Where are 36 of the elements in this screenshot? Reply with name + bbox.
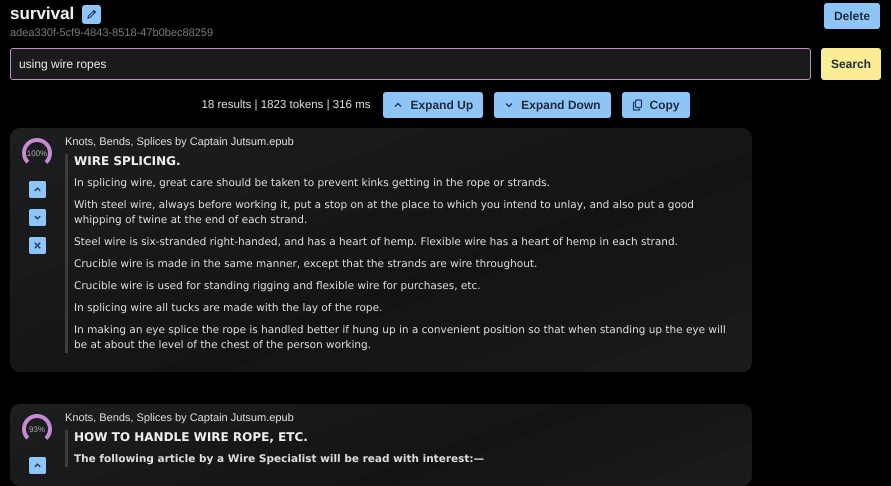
paragraph: In splicing wire all tucks are made with the lay of the rope.: [74, 301, 384, 316]
paragraph: Steel wire is six-stranded right-handed, and has a heart of hemp. Flexible wire has a heart of hemp in each strand.: [74, 235, 679, 250]
copy-icon: [632, 99, 642, 111]
expand-up-button[interactable]: [28, 181, 46, 198]
section-heading: WIRE SPLICING.: [74, 154, 182, 168]
expand-up-button[interactable]: Expand Up: [383, 92, 484, 118]
section-heading: HOW TO HANDLE WIRE ROPE, ETC.: [74, 430, 309, 444]
score-label: 93%: [29, 425, 45, 434]
score-label: 100%: [26, 149, 48, 158]
chevron-up-icon: [32, 185, 42, 194]
chevron-down-icon: [32, 213, 42, 222]
delete-button[interactable]: Delete: [824, 3, 880, 29]
search-field[interactable]: using wire ropes: [10, 48, 811, 80]
edit-button[interactable]: [82, 4, 102, 24]
search-stats: 18 results | 1823 tokens | 316 ms: [201, 99, 370, 111]
chevron-up-icon: [393, 100, 404, 110]
pencil-icon: [86, 8, 98, 20]
close-button[interactable]: [28, 237, 46, 254]
close-icon: [32, 241, 42, 250]
expand-down-button[interactable]: Expand Down: [494, 92, 610, 118]
paragraph: The following article by a Wire Specialist will be read with interest:—: [74, 452, 486, 467]
source-filename: Knots, Bends, Splices by Captain Jutsum.epub: [65, 412, 295, 424]
collection-title: survival: [10, 4, 74, 24]
expand-up-button[interactable]: [28, 457, 46, 474]
source-filename: Knots, Bends, Splices by Captain Jutsum.epub: [65, 136, 295, 148]
chevron-down-icon: [504, 100, 514, 110]
search-button[interactable]: Search: [820, 48, 881, 80]
paragraph: With steel wire, always before working it, put a stop on at the place to which you intend to unlay, and also put a good whipping of twine at the end of each strand.: [74, 198, 695, 228]
chevron-up-icon: [32, 461, 42, 470]
paragraph: In splicing wire, great care should be taken to prevent kinks getting in the rope or strands.: [74, 176, 551, 191]
expand-down-button[interactable]: [28, 209, 46, 226]
paragraph: In making an eye splice the rope is handled better if hung up in a convenient position so that when standing up the eye will be at about the level of the chest of the person working.: [74, 323, 727, 353]
paragraph: Crucible wire is used for standing rigging and flexible wire for purchases, etc.: [74, 279, 482, 294]
collection-id: adea330f-5cf9-4843-8518-47b0bec88259: [10, 27, 214, 39]
copy-button[interactable]: Copy: [622, 92, 690, 118]
paragraph: Crucible wire is made in the same manner, except that the strands are wire throughout.: [74, 257, 538, 272]
